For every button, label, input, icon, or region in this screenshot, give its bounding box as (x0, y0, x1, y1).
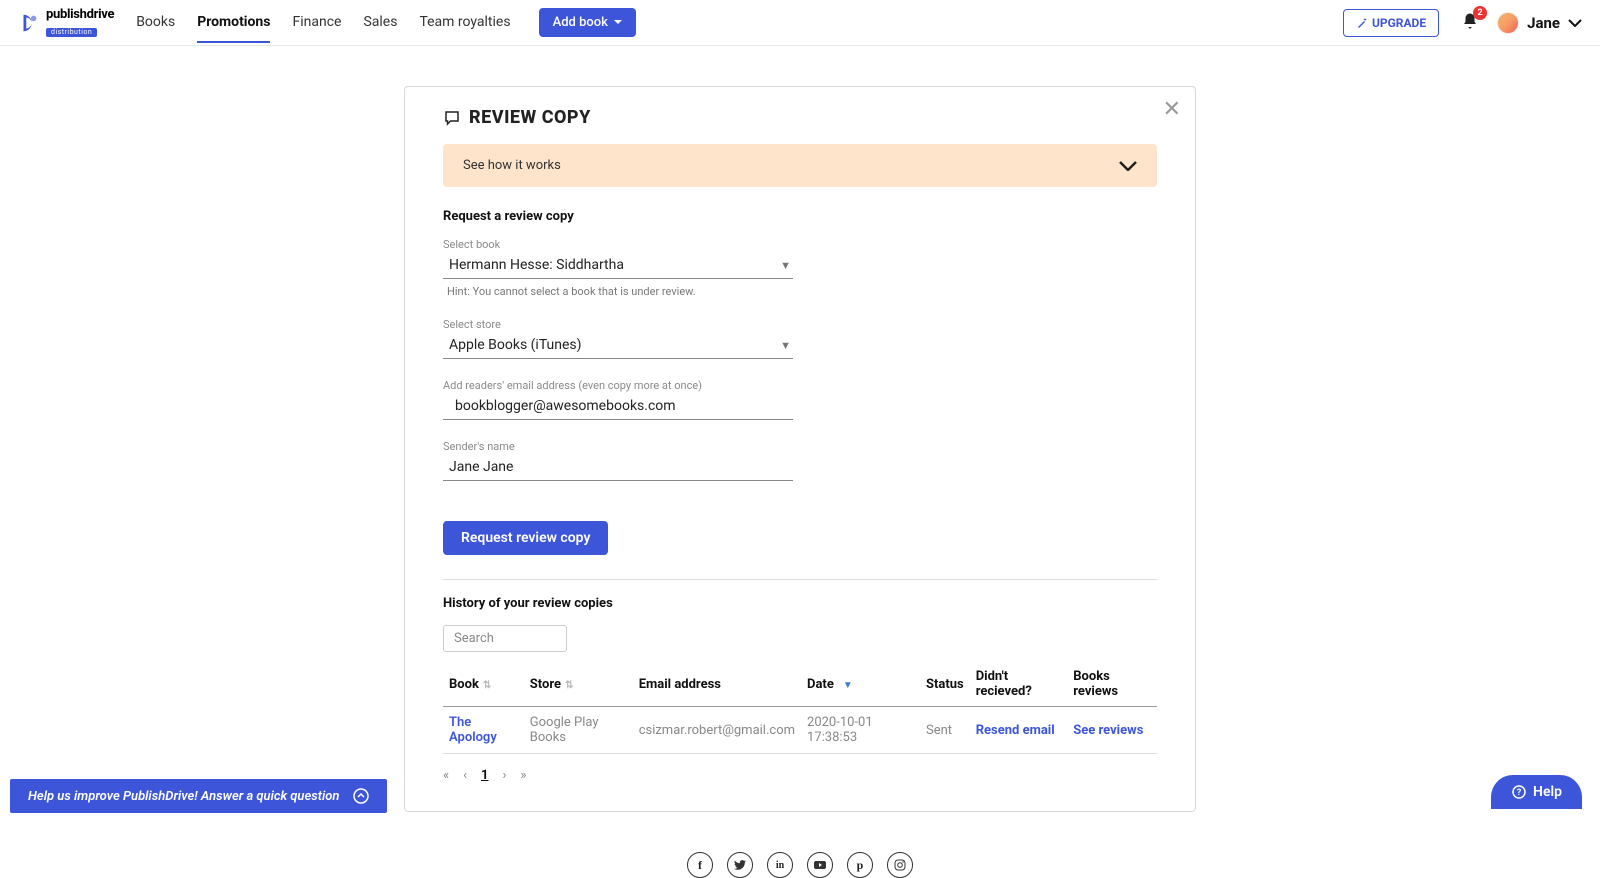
upgrade-button[interactable]: UPGRADE (1343, 9, 1439, 37)
page-last[interactable]: » (520, 768, 526, 783)
brand-logo-icon (18, 12, 40, 34)
row-date: 2020-10-01 17:38:53 (807, 715, 873, 745)
svg-text:?: ? (1517, 788, 1522, 798)
user-menu[interactable]: Jane (1497, 12, 1582, 34)
chevron-down-icon (614, 20, 622, 25)
youtube-icon[interactable] (807, 852, 833, 878)
facebook-icon[interactable]: f (687, 852, 713, 878)
pinterest-icon[interactable]: p (847, 852, 873, 878)
nav-promotions[interactable]: Promotions (197, 2, 270, 43)
chevron-down-icon (1119, 161, 1137, 171)
sender-name-label: Sender's name (443, 440, 793, 453)
user-name: Jane (1527, 14, 1560, 32)
nav-links: Books Promotions Finance Sales Team roya… (136, 2, 510, 43)
social-links: f in p (0, 842, 1600, 878)
reader-email-label: Add readers' email address (even copy mo… (443, 379, 793, 392)
page-current[interactable]: 1 (481, 768, 488, 783)
brand-tagline: distribution (46, 28, 97, 37)
pagination: « ‹ 1 › » (443, 768, 1157, 783)
history-search-input[interactable] (443, 625, 567, 652)
nav-books[interactable]: Books (136, 2, 175, 43)
feedback-text: Help us improve PublishDrive! Answer a q… (28, 789, 339, 804)
sender-name-field: Sender's name (443, 440, 793, 481)
chat-icon (443, 109, 461, 127)
help-icon: ? (1511, 784, 1527, 800)
sort-icon: ⇅ (483, 680, 491, 691)
help-label: Help (1533, 784, 1562, 800)
page-first[interactable]: « (443, 768, 449, 783)
select-book-hint: Hint: You cannot select a book that is u… (443, 285, 793, 298)
select-book-label: Select book (443, 238, 793, 251)
help-widget[interactable]: ? Help (1491, 775, 1582, 809)
add-book-label: Add book (553, 15, 608, 30)
row-store-link[interactable]: Google Play Books (530, 715, 599, 745)
see-how-it-works-toggle[interactable]: See how it works (443, 144, 1157, 187)
col-status[interactable]: Status (920, 662, 970, 707)
linkedin-icon[interactable]: in (767, 852, 793, 878)
row-status: Sent (926, 723, 952, 738)
select-store-dropdown[interactable]: Apple Books (iTunes) (443, 333, 793, 359)
instagram-icon[interactable] (887, 852, 913, 878)
how-it-works-label: See how it works (463, 158, 561, 173)
resend-email-link[interactable]: Resend email (976, 723, 1055, 738)
col-store[interactable]: Store⇅ (524, 662, 633, 707)
nav-sales[interactable]: Sales (363, 2, 397, 43)
twitter-icon[interactable] (727, 852, 753, 878)
table-row: The Apology Google Play Books csizmar.ro… (443, 707, 1157, 754)
panel-title: REVIEW COPY (443, 107, 1157, 128)
sort-desc-icon: ▼ (838, 680, 853, 691)
close-icon[interactable]: ✕ (1163, 97, 1181, 122)
top-navbar: publishdrive distribution Books Promotio… (0, 0, 1600, 46)
see-reviews-link[interactable]: See reviews (1073, 723, 1143, 738)
col-email[interactable]: Email address (633, 662, 801, 707)
nav-finance[interactable]: Finance (292, 2, 341, 43)
review-copy-panel: ✕ REVIEW COPY See how it works Request a… (404, 86, 1196, 812)
wand-icon (1356, 17, 1368, 29)
reader-email-input[interactable] (443, 394, 793, 420)
col-book[interactable]: Book⇅ (443, 662, 524, 707)
reader-email-field: Add readers' email address (even copy mo… (443, 379, 793, 420)
upgrade-label: UPGRADE (1372, 16, 1426, 30)
select-store-label: Select store (443, 318, 793, 331)
page-next[interactable]: › (502, 768, 506, 783)
brand[interactable]: publishdrive distribution (18, 8, 114, 37)
history-heading: History of your review copies (443, 596, 1157, 611)
row-book-link[interactable]: The Apology (449, 715, 497, 745)
add-book-button[interactable]: Add book (539, 8, 636, 37)
sender-name-input[interactable] (443, 455, 793, 481)
chevron-up-circle-icon (353, 788, 369, 804)
select-store-field: Select store Apple Books (iTunes) ▼ (443, 318, 793, 359)
row-email: csizmar.robert@gmail.com (639, 723, 795, 738)
col-date[interactable]: Date ▼ (801, 662, 920, 707)
feedback-bar[interactable]: Help us improve PublishDrive! Answer a q… (10, 779, 387, 813)
divider (443, 579, 1157, 580)
chevron-down-icon (1568, 19, 1582, 27)
notifications-badge: 2 (1473, 6, 1487, 20)
history-table: Book⇅ Store⇅ Email address Date ▼ Status… (443, 662, 1157, 754)
brand-name: publishdrive (46, 8, 114, 21)
sort-icon: ⇅ (565, 680, 573, 691)
nav-team-royalties[interactable]: Team royalties (419, 2, 510, 43)
page-prev[interactable]: ‹ (463, 768, 467, 783)
request-review-copy-button[interactable]: Request review copy (443, 521, 608, 555)
notifications-button[interactable]: 2 (1461, 12, 1479, 34)
request-heading: Request a review copy (443, 209, 1157, 224)
col-didnt-receive[interactable]: Didn't recieved? (970, 662, 1068, 707)
avatar (1497, 12, 1519, 34)
panel-title-text: REVIEW COPY (469, 107, 591, 128)
select-book-dropdown[interactable]: Hermann Hesse: Siddhartha (443, 253, 793, 279)
select-book-field: Select book Hermann Hesse: Siddhartha ▼ … (443, 238, 793, 298)
col-books-reviews[interactable]: Books reviews (1067, 662, 1157, 707)
